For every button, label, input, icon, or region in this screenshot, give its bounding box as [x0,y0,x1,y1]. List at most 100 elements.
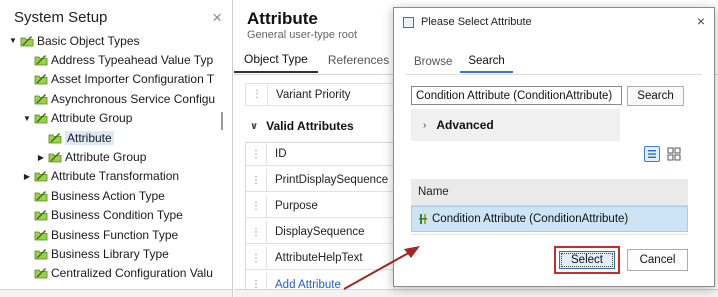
dialog-tabs-divider [406,74,702,75]
tree-item[interactable]: Business Library Type [0,244,228,263]
valid-attribute-row[interactable]: ⋮ Purpose [245,195,395,218]
editor-horizontal-scrollbar[interactable] [234,289,718,297]
object-type-icon [34,190,48,202]
select-button[interactable]: Select [559,251,615,269]
tree-item-label: Attribute [65,130,114,145]
result-row-selected[interactable]: Condition Attribute (ConditionAttribute) [411,206,688,232]
object-type-icon [34,267,48,279]
editor-tabs: Object Type References [234,47,399,75]
dialog-footer-divider [411,234,688,235]
page-title: Attribute [247,9,318,28]
system-setup-header: System Setup × [0,0,232,34]
valid-attribute-row[interactable]: ⋮ PrintDisplaySequence [245,169,395,192]
drag-handle-icon[interactable]: ⋮ [245,221,267,243]
tree-item[interactable]: ▼ Basic Object Types [0,31,228,50]
horizontal-scrollbar[interactable] [0,289,232,297]
valid-attribute-label: Purpose [275,200,318,212]
dialog-title: Please Select Attribute [421,16,532,28]
search-input[interactable]: Condition Attribute (ConditionAttribute) [411,86,622,105]
drag-handle-icon[interactable]: ⋮ [246,84,268,105]
valid-attribute-label: DisplaySequence [275,226,365,238]
tree-item-label: Asynchronous Service Configu [51,91,216,106]
dialog-titlebar: Please Select Attribute [394,8,714,36]
tree-item[interactable]: Asset Importer Configuration T [0,70,228,89]
tab-object-type[interactable]: Object Type [234,47,318,73]
search-button[interactable]: Search [627,86,684,106]
object-type-icon [20,35,34,47]
object-type-icon [34,229,48,241]
valid-attribute-label: AttributeHelpText [275,252,363,264]
valid-attribute-row[interactable]: ⋮ ID [245,143,395,166]
dialog-tabs: Browse Search [406,51,513,73]
tree-item-label: Business Function Type [51,227,179,242]
close-icon[interactable]: × [212,9,222,26]
tree-item-label: Business Condition Type [51,208,183,223]
valid-attribute-row[interactable]: ⋮ AttributeHelpText [245,247,395,270]
valid-attributes-header[interactable]: ∨ Valid Attributes [250,119,354,133]
tab-browse[interactable]: Browse [406,51,460,73]
attribute-icon [419,213,429,225]
expand-arrow-icon[interactable]: ▼ [22,114,32,123]
drag-handle-icon[interactable]: ⋮ [245,195,267,217]
list-view-icon[interactable] [644,146,660,162]
tree-item-label: Basic Object Types [37,33,140,48]
system-setup-title: System Setup [14,8,108,26]
object-type-icon [34,170,48,182]
valid-attribute-label: PrintDisplaySequence [275,174,389,186]
select-attribute-dialog: Please Select Attribute × Browse Search … [393,7,715,287]
collapse-arrow-icon[interactable]: ▶ [36,153,46,162]
tab-references[interactable]: References [318,47,399,73]
drag-handle-icon[interactable]: ⋮ [245,143,267,165]
tree-item[interactable]: Centralized Configuration Valu [0,264,228,283]
tree-item[interactable]: Attribute [0,128,228,147]
result-name: Condition Attribute (ConditionAttribute) [432,213,629,225]
chevron-right-icon[interactable]: › [423,120,426,131]
grid-view-icon[interactable] [667,147,681,161]
expand-arrow-icon[interactable]: ▼ [8,36,18,45]
object-type-icon [48,151,62,163]
tree-item[interactable]: Business Function Type [0,225,228,244]
page-subtitle: General user-type root [247,29,358,41]
object-type-icon [34,112,48,124]
valid-attribute-row[interactable]: ⋮ DisplaySequence [245,221,395,244]
object-type-icon [34,248,48,260]
system-setup-panel: System Setup × ▼ Basic Object Types Addres… [0,0,233,297]
tree-item[interactable]: ▶ Attribute Transformation [0,167,228,186]
cancel-button[interactable]: Cancel [627,249,688,271]
object-type-icon [34,209,48,221]
object-type-icon [34,93,48,105]
advanced-label: Advanced [436,118,494,132]
tree-item[interactable]: Business Condition Type [0,206,228,225]
drag-handle-icon[interactable]: ⋮ [245,169,267,191]
chevron-down-icon[interactable]: ∨ [250,121,258,132]
tree-item[interactable]: ▼ Attribute Group [0,109,228,128]
results-column-header[interactable]: Name [411,179,688,206]
tree-item-label: Business Library Type [51,246,169,261]
tree-scrollbar[interactable] [221,112,223,130]
close-icon[interactable]: × [697,14,705,28]
drag-handle-icon[interactable]: ⋮ [245,247,267,269]
valid-attributes-heading: Valid Attributes [266,119,354,133]
object-type-icon [48,132,62,144]
tree-item[interactable]: Address Typeahead Value Typ [0,50,228,69]
tree-item-label: Attribute Group [65,150,147,165]
object-type-icon [34,54,48,66]
object-type-tree: ▼ Basic Object Types Address Typeahead Val… [0,31,228,283]
collapse-arrow-icon[interactable]: ▶ [22,172,32,181]
tree-item-label: Attribute Transformation [51,169,180,184]
valid-attribute-label: ID [275,148,287,160]
window-icon [403,16,414,28]
tree-item-label: Centralized Configuration Valu [51,266,213,281]
tree-item-label: Asset Importer Configuration T [51,72,215,87]
advanced-section[interactable]: › Advanced [411,109,620,141]
variant-priority-row[interactable]: ⋮ Variant Priority [245,83,400,106]
tree-item[interactable]: Business Action Type [0,186,228,205]
object-type-icon [34,73,48,85]
tree-item[interactable]: Asynchronous Service Configu [0,89,228,108]
tree-item-label: Address Typeahead Value Typ [51,53,214,68]
tree-item-label: Business Action Type [51,188,165,203]
variant-priority-label: Variant Priority [276,88,351,101]
tree-item[interactable]: ▶ Attribute Group [0,147,228,166]
tree-item-label: Attribute Group [51,111,133,126]
tab-search[interactable]: Search [460,51,513,73]
